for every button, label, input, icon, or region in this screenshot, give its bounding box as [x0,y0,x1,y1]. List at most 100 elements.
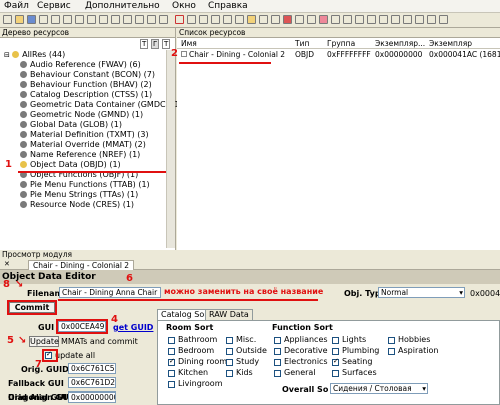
tool-icon[interactable] [283,15,292,24]
tree-item[interactable]: Resource Node (CRES) (1) [20,200,134,210]
menu-service[interactable]: Сервис [37,1,71,11]
room-checkbox[interactable] [226,359,233,366]
room-checkbox[interactable] [226,348,233,355]
function-checkbox[interactable] [332,337,339,344]
tool-icon[interactable] [403,15,412,24]
paste-icon[interactable] [199,15,208,24]
obj-type-select[interactable]: Normal ▾ [378,287,465,298]
tool-icon[interactable] [135,15,144,24]
column-header[interactable]: Группа [327,39,355,48]
tree-item[interactable]: Behaviour Function (BHAV) (2) [20,80,152,90]
tool-icon[interactable] [159,15,168,24]
get-guid-link[interactable]: get GUID [113,323,153,332]
function-checkbox[interactable] [274,348,281,355]
tree-scrollbar[interactable] [166,50,175,248]
tool-icon[interactable] [99,15,108,24]
tool-icon[interactable] [259,15,268,24]
tool-icon[interactable] [307,15,316,24]
tree-tool-t1[interactable]: Т [140,39,149,49]
refresh-icon[interactable] [51,15,60,24]
menu-window[interactable]: Окно [172,1,196,11]
save-icon[interactable] [27,15,36,24]
tree-tool-t2[interactable]: Т [162,39,171,49]
overall-sort-select[interactable]: Сидения / Столовая ▾ [330,383,428,394]
room-checkbox[interactable] [168,337,175,344]
function-checkbox[interactable]: ✓ [332,357,339,366]
tool-icon[interactable] [391,15,400,24]
menu-extra[interactable]: Дополнительно [85,1,160,11]
tree-item[interactable]: Pie Menu Functions (TTAB) (1) [20,180,150,190]
function-checkbox[interactable] [274,337,281,344]
tree-item[interactable]: Material Definition (TXMT) (3) [20,130,149,140]
grid-align-field[interactable]: 0x00000000 [68,392,116,403]
tree-item[interactable]: Catalog Description (CTSS) (1) [20,90,152,100]
document-tab[interactable]: Chair - Dining - Colonial 2 [28,260,135,270]
tree-item[interactable]: Geometric Node (GMND) (1) [20,110,143,120]
update-button[interactable]: Update [29,336,59,347]
cut-icon[interactable] [175,15,184,24]
room-checkbox[interactable] [168,370,175,377]
room-checkbox[interactable] [168,348,175,355]
tool-icon[interactable] [355,15,364,24]
room-checkbox[interactable] [226,370,233,377]
tree-item-selected[interactable]: Object Data (OBJD) (1) [20,160,121,170]
copy-icon[interactable] [187,15,196,24]
resource-tree-panel: Дерево ресурсов Т Г Т ⊟ AllRes (44) Audi… [0,28,183,250]
tab-close-icon[interactable]: ✕ [4,260,10,268]
resource-icon [20,201,27,208]
tool-icon[interactable] [427,15,436,24]
tool-icon[interactable] [271,15,280,24]
tree-item[interactable]: Name Reference (NREF) (1) [20,150,140,160]
tree-root[interactable]: ⊟ AllRes (44) [4,50,65,60]
tree-item[interactable]: Audio Reference (FWAV) (6) [20,60,141,70]
room-checkbox[interactable] [226,337,233,344]
filename-field[interactable]: Chair - Dining Anna Chair [59,287,161,298]
menu-file[interactable]: Файл [4,1,29,11]
room-checkbox[interactable]: ✓ [168,357,175,366]
tool-icon[interactable] [147,15,156,24]
tool-icon[interactable] [123,15,132,24]
table-row[interactable]: Chair - Dining - Colonial 2 OBJD 0xFFFFF… [177,50,500,60]
tool-icon[interactable] [63,15,72,24]
tree-item[interactable]: Global Data (GLOB) (1) [20,120,122,130]
room-checkbox[interactable] [168,381,175,388]
tree-item[interactable]: Material Override (MMAT) (2) [20,140,146,150]
column-header[interactable]: Тип [295,39,309,48]
tool-icon[interactable] [415,15,424,24]
tool-icon[interactable] [331,15,340,24]
function-checkbox[interactable] [388,337,395,344]
tab-raw-data[interactable]: RAW Data [205,309,253,320]
menu-help[interactable]: Справка [208,1,248,11]
tool-icon[interactable] [295,15,304,24]
open-icon[interactable] [15,15,24,24]
tool-icon[interactable] [379,15,388,24]
tree-item[interactable]: Pie Menu Strings (TTAs) (1) [20,190,138,200]
tool-icon[interactable] [223,15,232,24]
function-checkbox[interactable] [388,348,395,355]
tree-item[interactable]: Behaviour Constant (BCON) (7) [20,70,155,80]
resource-icon [20,91,27,98]
tool-icon[interactable] [343,15,352,24]
tree-tool-g[interactable]: Г [151,39,160,49]
tool-icon[interactable] [247,15,256,24]
function-checkbox[interactable] [274,359,281,366]
column-header[interactable]: Экземпляр... [375,39,425,48]
function-checkbox[interactable] [332,348,339,355]
function-checkbox[interactable] [332,370,339,377]
tool-icon[interactable] [111,15,120,24]
close-icon[interactable] [39,15,48,24]
tree-item[interactable]: Geometric Data Container (GMDC) (1) [20,100,183,110]
tool-icon[interactable] [439,15,448,24]
column-header[interactable]: Имя [181,39,197,48]
function-checkbox[interactable] [274,370,281,377]
tool-icon[interactable] [235,15,244,24]
tool-icon[interactable] [211,15,220,24]
tool-icon[interactable] [319,15,328,24]
tool-icon[interactable] [87,15,96,24]
new-icon[interactable] [3,15,12,24]
tool-icon[interactable] [75,15,84,24]
orig-guid-field[interactable]: 0x6C761C5E [68,363,116,374]
fallback-guid-field[interactable]: 0x6C761D20 [68,377,116,388]
column-header[interactable]: Экземпляр [429,39,472,48]
tool-icon[interactable] [367,15,376,24]
